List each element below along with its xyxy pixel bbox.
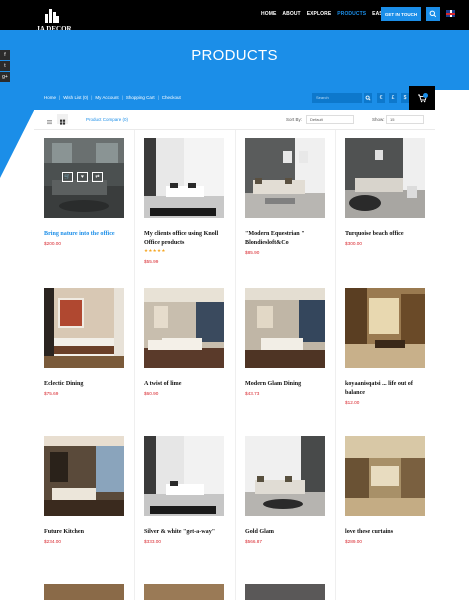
product-name[interactable]: Eclectic Dining <box>44 380 128 389</box>
nav-item-about[interactable]: ABOUT <box>282 11 300 17</box>
product-name[interactable]: Future Kitchen <box>44 528 128 537</box>
breadcrumb-wishlist[interactable]: Wish List (0) <box>63 95 88 100</box>
product-image[interactable] <box>144 138 224 218</box>
product-price: $289.00 <box>345 539 362 544</box>
twitter-icon[interactable]: t <box>0 61 10 71</box>
store-search-input[interactable]: Search <box>312 93 362 103</box>
product-price: $75.69 <box>44 391 59 396</box>
nav-item-home[interactable]: HOME <box>261 11 276 17</box>
product-price: $12.00 <box>345 400 360 405</box>
breadcrumb-separator: | <box>91 95 93 100</box>
product-name[interactable]: Gold Glam <box>245 528 329 537</box>
product-price: $85.90 <box>245 250 260 255</box>
currency-pound-button[interactable]: £ <box>389 93 397 103</box>
language-flag-icon[interactable] <box>446 10 455 17</box>
get-in-touch-button[interactable]: GET IN TOUCH <box>381 7 421 21</box>
product-name[interactable]: Silver & white "get-a-way" <box>144 528 228 537</box>
product-name[interactable]: "Modern Equestrian " Blondiesloft&Co <box>245 230 329 247</box>
product-name[interactable]: Modern Glam Dining <box>245 380 329 389</box>
show-select[interactable]: 15 <box>386 115 424 124</box>
product-image[interactable] <box>44 584 124 600</box>
product-name[interactable]: Turquoise beach office <box>345 230 429 239</box>
nav-item-explore[interactable]: EXPLORE <box>307 11 332 17</box>
sort-select[interactable]: Default <box>306 115 354 124</box>
product-price: $55.99 <box>144 259 159 264</box>
product-price: $60.90 <box>144 391 159 396</box>
grid-divider <box>235 130 236 600</box>
breadcrumb-separator: | <box>157 95 159 100</box>
building-logo-icon <box>45 9 59 23</box>
currency-euro-button[interactable]: € <box>377 93 385 103</box>
search-submit-button[interactable] <box>364 93 372 103</box>
show-label: Show: <box>372 117 385 122</box>
product-image[interactable] <box>345 288 425 368</box>
rating-stars: ★★★★★ <box>144 248 166 253</box>
product-name[interactable]: Bring nature into the office <box>44 230 128 239</box>
grid-view-button[interactable] <box>57 114 68 125</box>
product-image[interactable] <box>144 436 224 516</box>
product-price: $300.00 <box>345 241 362 246</box>
heart-icon[interactable]: ♥ <box>77 172 88 182</box>
breadcrumb-shopping-cart[interactable]: Shopping Cart <box>126 95 155 100</box>
product-name[interactable]: My clients office using Knoll Office pro… <box>144 230 228 247</box>
main-nav: HOME ABOUT EXPLORE PRODUCTS EASYBLOG <box>261 11 401 17</box>
hero-accent-shape <box>0 88 34 178</box>
product-price: $234.00 <box>44 539 61 544</box>
list-view-button[interactable] <box>44 114 55 125</box>
grid-divider <box>335 130 336 600</box>
compare-icon[interactable]: ⇄ <box>92 172 103 182</box>
list-view-icon <box>47 120 52 125</box>
breadcrumb-bar: Home | Wish List (0) | My Account | Shop… <box>34 86 409 110</box>
breadcrumb-my-account[interactable]: My Account <box>95 95 118 100</box>
product-image[interactable] <box>245 584 325 600</box>
page-title: PRODUCTS <box>191 47 278 64</box>
product-price: $333.00 <box>144 539 161 544</box>
product-name[interactable]: koyaanisqatsi ... life out of balance <box>345 380 429 397</box>
product-image[interactable] <box>144 288 224 368</box>
sort-label: Sort By: <box>286 117 303 122</box>
product-image[interactable] <box>345 138 425 218</box>
product-image[interactable] <box>245 288 325 368</box>
search-button[interactable] <box>426 7 440 21</box>
product-image[interactable] <box>44 436 124 516</box>
breadcrumb-separator: | <box>59 95 61 100</box>
product-name[interactable]: A twist of lime <box>144 380 228 389</box>
breadcrumb-separator: | <box>121 95 123 100</box>
product-image[interactable] <box>245 436 325 516</box>
nav-item-products[interactable]: PRODUCTS <box>337 11 366 17</box>
cart-count-badge <box>423 93 428 98</box>
grid-divider <box>134 130 135 600</box>
product-image[interactable] <box>245 138 325 218</box>
product-compare-link[interactable]: Product Compare (0) <box>86 117 128 122</box>
grid-view-icon <box>60 119 66 125</box>
breadcrumb-checkout[interactable]: Checkout <box>162 95 181 100</box>
catalog-toolbar: Product Compare (0) Sort By: Default Sho… <box>34 110 435 130</box>
product-image[interactable] <box>345 436 425 516</box>
product-image[interactable] <box>144 584 224 600</box>
search-icon <box>365 95 371 101</box>
product-price: $566.87 <box>245 539 262 544</box>
cart-button[interactable] <box>409 86 435 110</box>
breadcrumb-home[interactable]: Home <box>44 95 56 100</box>
product-image[interactable] <box>44 288 124 368</box>
breadcrumb: Home | Wish List (0) | My Account | Shop… <box>44 95 181 100</box>
facebook-icon[interactable]: f <box>0 50 10 60</box>
cart-icon[interactable]: 🛒 <box>62 172 73 182</box>
product-price: $200.00 <box>44 241 61 246</box>
cart-icon <box>418 94 427 103</box>
product-price: $43.73 <box>245 391 260 396</box>
search-icon <box>429 10 437 18</box>
product-name[interactable]: love these curtains <box>345 528 429 537</box>
google-plus-icon[interactable]: g+ <box>0 72 10 82</box>
currency-dollar-button[interactable]: $ <box>401 93 409 103</box>
